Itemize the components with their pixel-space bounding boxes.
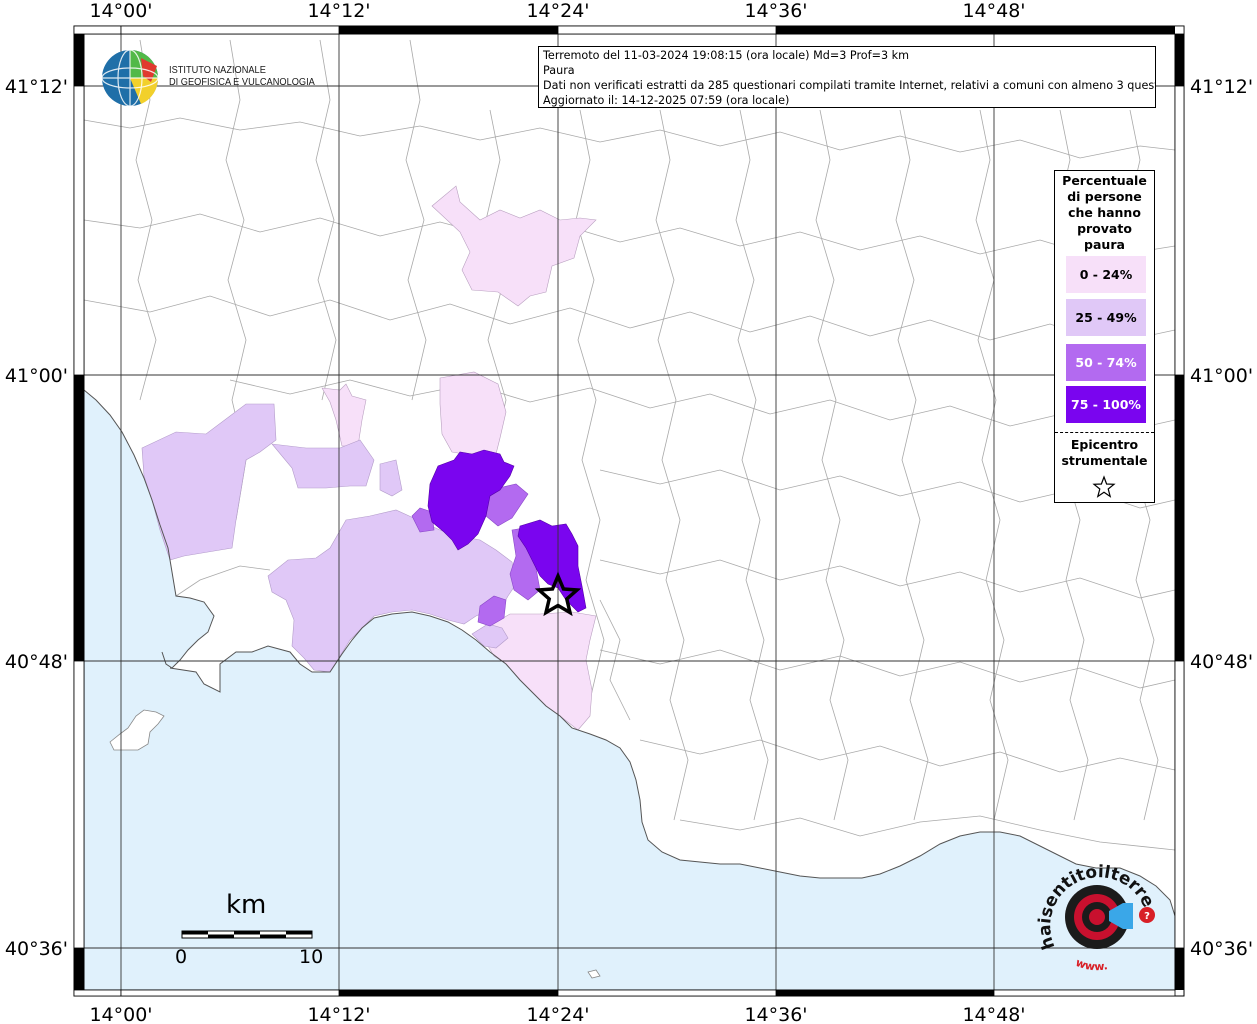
lat-tick-right-1: 41°12'	[1190, 76, 1253, 98]
lon-tick-labels-bottom: 14°00' 14°12' 14°24' 14°36' 14°48'	[89, 1004, 1025, 1024]
ingv-logo: ISTITUTO NAZIONALE DI GEOFISICA E VULCAN…	[101, 48, 315, 108]
legend-title: Percentuale di persone che hanno provato…	[1062, 173, 1147, 252]
lon-tick-bottom-3: 14°24'	[526, 1004, 589, 1024]
lat-tick-left-1: 41°12'	[5, 76, 68, 98]
svg-text:www.: www.	[1074, 956, 1109, 974]
ingv-name: ISTITUTO NAZIONALE DI GEOFISICA E VULCAN…	[169, 64, 315, 88]
lon-tick-labels-top: 14°00' 14°12' 14°24' 14°36' 14°48'	[89, 0, 1025, 22]
map-parameter: Paura	[543, 64, 575, 77]
legend-epicenter-label: Epicentro strumentale	[1061, 437, 1148, 468]
svg-text:?: ?	[1144, 911, 1150, 922]
lon-tick-bottom-1: 14°00'	[89, 1004, 152, 1024]
ingv-globe-icon	[101, 49, 159, 107]
lon-tick-bottom-5: 14°48'	[962, 1004, 1025, 1024]
lon-tick-top-1: 14°00'	[89, 0, 152, 22]
lon-tick-top-4: 14°36'	[744, 0, 807, 22]
lat-tick-right-2: 41°00'	[1190, 365, 1253, 387]
ingv-name-line1: ISTITUTO NAZIONALE	[169, 64, 266, 76]
lon-tick-top-2: 14°12'	[307, 0, 370, 22]
legend-star-icon	[1092, 475, 1116, 498]
legend-class-25-49: 25 - 49%	[1066, 299, 1146, 336]
data-disclaimer: Dati non verificati estratti da 285 ques…	[543, 79, 1156, 92]
lon-tick-top-5: 14°48'	[962, 0, 1025, 22]
lat-tick-left-2: 41°00'	[5, 365, 68, 387]
ingv-name-line2: DI GEOFISICA E VULCANOLOGIA	[169, 76, 315, 88]
lat-tick-right-3: 40°48'	[1190, 651, 1253, 673]
lat-tick-right-4: 40°36'	[1190, 938, 1253, 960]
hst-logo: haisentitoilterremoto.it www. ?	[1026, 840, 1165, 975]
hst-logo-url-part: www.	[1074, 956, 1109, 974]
legend-separator	[1055, 432, 1154, 433]
scale-end: 10	[299, 946, 324, 968]
lon-tick-bottom-2: 14°12'	[307, 1004, 370, 1024]
lat-tick-labels-right: 41°12' 41°00' 40°48' 40°36'	[1190, 76, 1253, 960]
scale-start: 0	[175, 946, 188, 968]
scale-bar	[181, 930, 313, 939]
hst-logo-icon: haisentitoilterremoto.it www. ?	[1026, 840, 1158, 974]
legend-class-0-24: 0 - 24%	[1066, 256, 1146, 293]
lon-tick-top-3: 14°24'	[526, 0, 589, 22]
event-info-box: Terremoto del 11-03-2024 19:08:15 (ora l…	[538, 46, 1156, 108]
event-title: Terremoto del 11-03-2024 19:08:15 (ora l…	[543, 49, 910, 62]
lat-tick-left-4: 40°36'	[5, 938, 68, 960]
legend: Percentuale di persone che hanno provato…	[1054, 170, 1155, 503]
legend-class-75-100: 75 - 100%	[1066, 386, 1146, 423]
scale-unit: km	[226, 890, 267, 920]
lon-tick-bottom-4: 14°36'	[744, 1004, 807, 1024]
updated-timestamp: Aggiornato il: 14-12-2025 07:59 (ora loc…	[543, 94, 790, 107]
lat-tick-left-3: 40°48'	[5, 651, 68, 673]
legend-class-50-74: 50 - 74%	[1066, 344, 1146, 381]
lat-tick-labels-left: 41°12' 41°00' 40°48' 40°36'	[5, 76, 68, 960]
